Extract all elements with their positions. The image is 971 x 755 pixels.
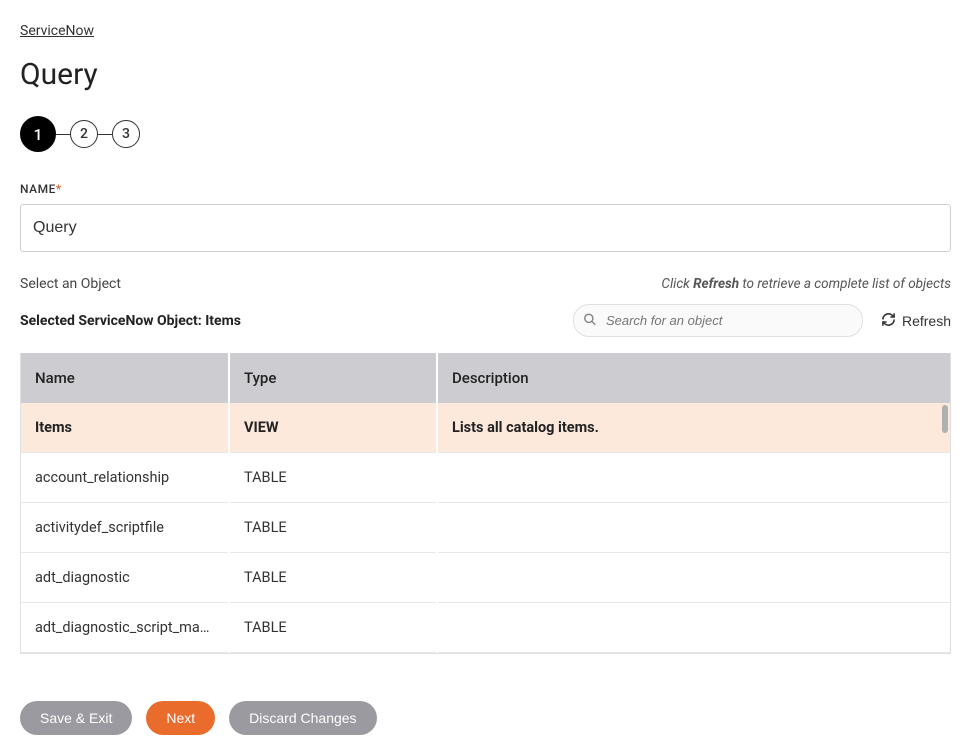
- name-field-label: NAME*: [20, 182, 951, 196]
- table-row[interactable]: ItemsVIEWLists all catalog items.: [21, 403, 950, 453]
- refresh-button[interactable]: Refresh: [881, 312, 951, 330]
- cell-type: VIEW: [229, 403, 437, 453]
- step-1[interactable]: 1: [20, 116, 56, 152]
- cell-name: activitydef_scriptfile: [21, 503, 229, 553]
- cell-name: adt_diagnostic: [21, 553, 229, 603]
- search-input[interactable]: [573, 304, 863, 337]
- refresh-label: Refresh: [902, 313, 951, 329]
- cell-name: account_relationship: [21, 453, 229, 503]
- cell-description: [437, 553, 950, 603]
- step-connector: [56, 134, 70, 135]
- cell-type: TABLE: [229, 503, 437, 553]
- cell-name: Items: [21, 403, 229, 453]
- scrollbar-thumb[interactable]: [942, 405, 948, 433]
- cell-description: [437, 603, 950, 653]
- header-description[interactable]: Description: [437, 353, 950, 403]
- cell-type: TABLE: [229, 453, 437, 503]
- select-object-label: Select an Object: [20, 276, 121, 292]
- step-2[interactable]: 2: [70, 120, 98, 148]
- required-asterisk: *: [56, 182, 62, 196]
- cell-name: adt_diagnostic_script_map...: [21, 603, 229, 653]
- stepper: 1 2 3: [20, 116, 951, 152]
- hint-suffix: to retrieve a complete list of objects: [739, 276, 951, 292]
- name-label-text: NAME: [20, 182, 56, 196]
- cell-description: [437, 453, 950, 503]
- header-name[interactable]: Name: [21, 353, 229, 403]
- header-type[interactable]: Type: [229, 353, 437, 403]
- refresh-hint: Click Refresh to retrieve a complete lis…: [661, 276, 951, 292]
- cell-type: TABLE: [229, 553, 437, 603]
- table-row[interactable]: activitydef_scriptfileTABLE: [21, 503, 950, 553]
- hint-bold: Refresh: [693, 276, 739, 292]
- table-row[interactable]: adt_diagnosticTABLE: [21, 553, 950, 603]
- search-icon: [583, 311, 597, 330]
- selected-object-label: Selected ServiceNow Object: Items: [20, 313, 241, 329]
- cell-description: Lists all catalog items.: [437, 403, 950, 453]
- hint-prefix: Click: [661, 276, 693, 292]
- table-row[interactable]: adt_diagnostic_script_map...TABLE: [21, 603, 950, 653]
- object-table: Name Type Description ItemsVIEWLists all…: [20, 353, 951, 654]
- cell-type: TABLE: [229, 603, 437, 653]
- refresh-icon: [881, 312, 896, 330]
- table-row[interactable]: account_relationshipTABLE: [21, 453, 950, 503]
- step-3[interactable]: 3: [112, 120, 140, 148]
- save-exit-button[interactable]: Save & Exit: [20, 701, 132, 735]
- name-input[interactable]: [20, 204, 951, 252]
- cell-description: [437, 503, 950, 553]
- discard-changes-button[interactable]: Discard Changes: [229, 701, 376, 735]
- step-connector: [98, 134, 112, 135]
- next-button[interactable]: Next: [146, 701, 215, 735]
- page-title: Query: [20, 57, 951, 92]
- breadcrumb-servicenow[interactable]: ServiceNow: [20, 23, 94, 39]
